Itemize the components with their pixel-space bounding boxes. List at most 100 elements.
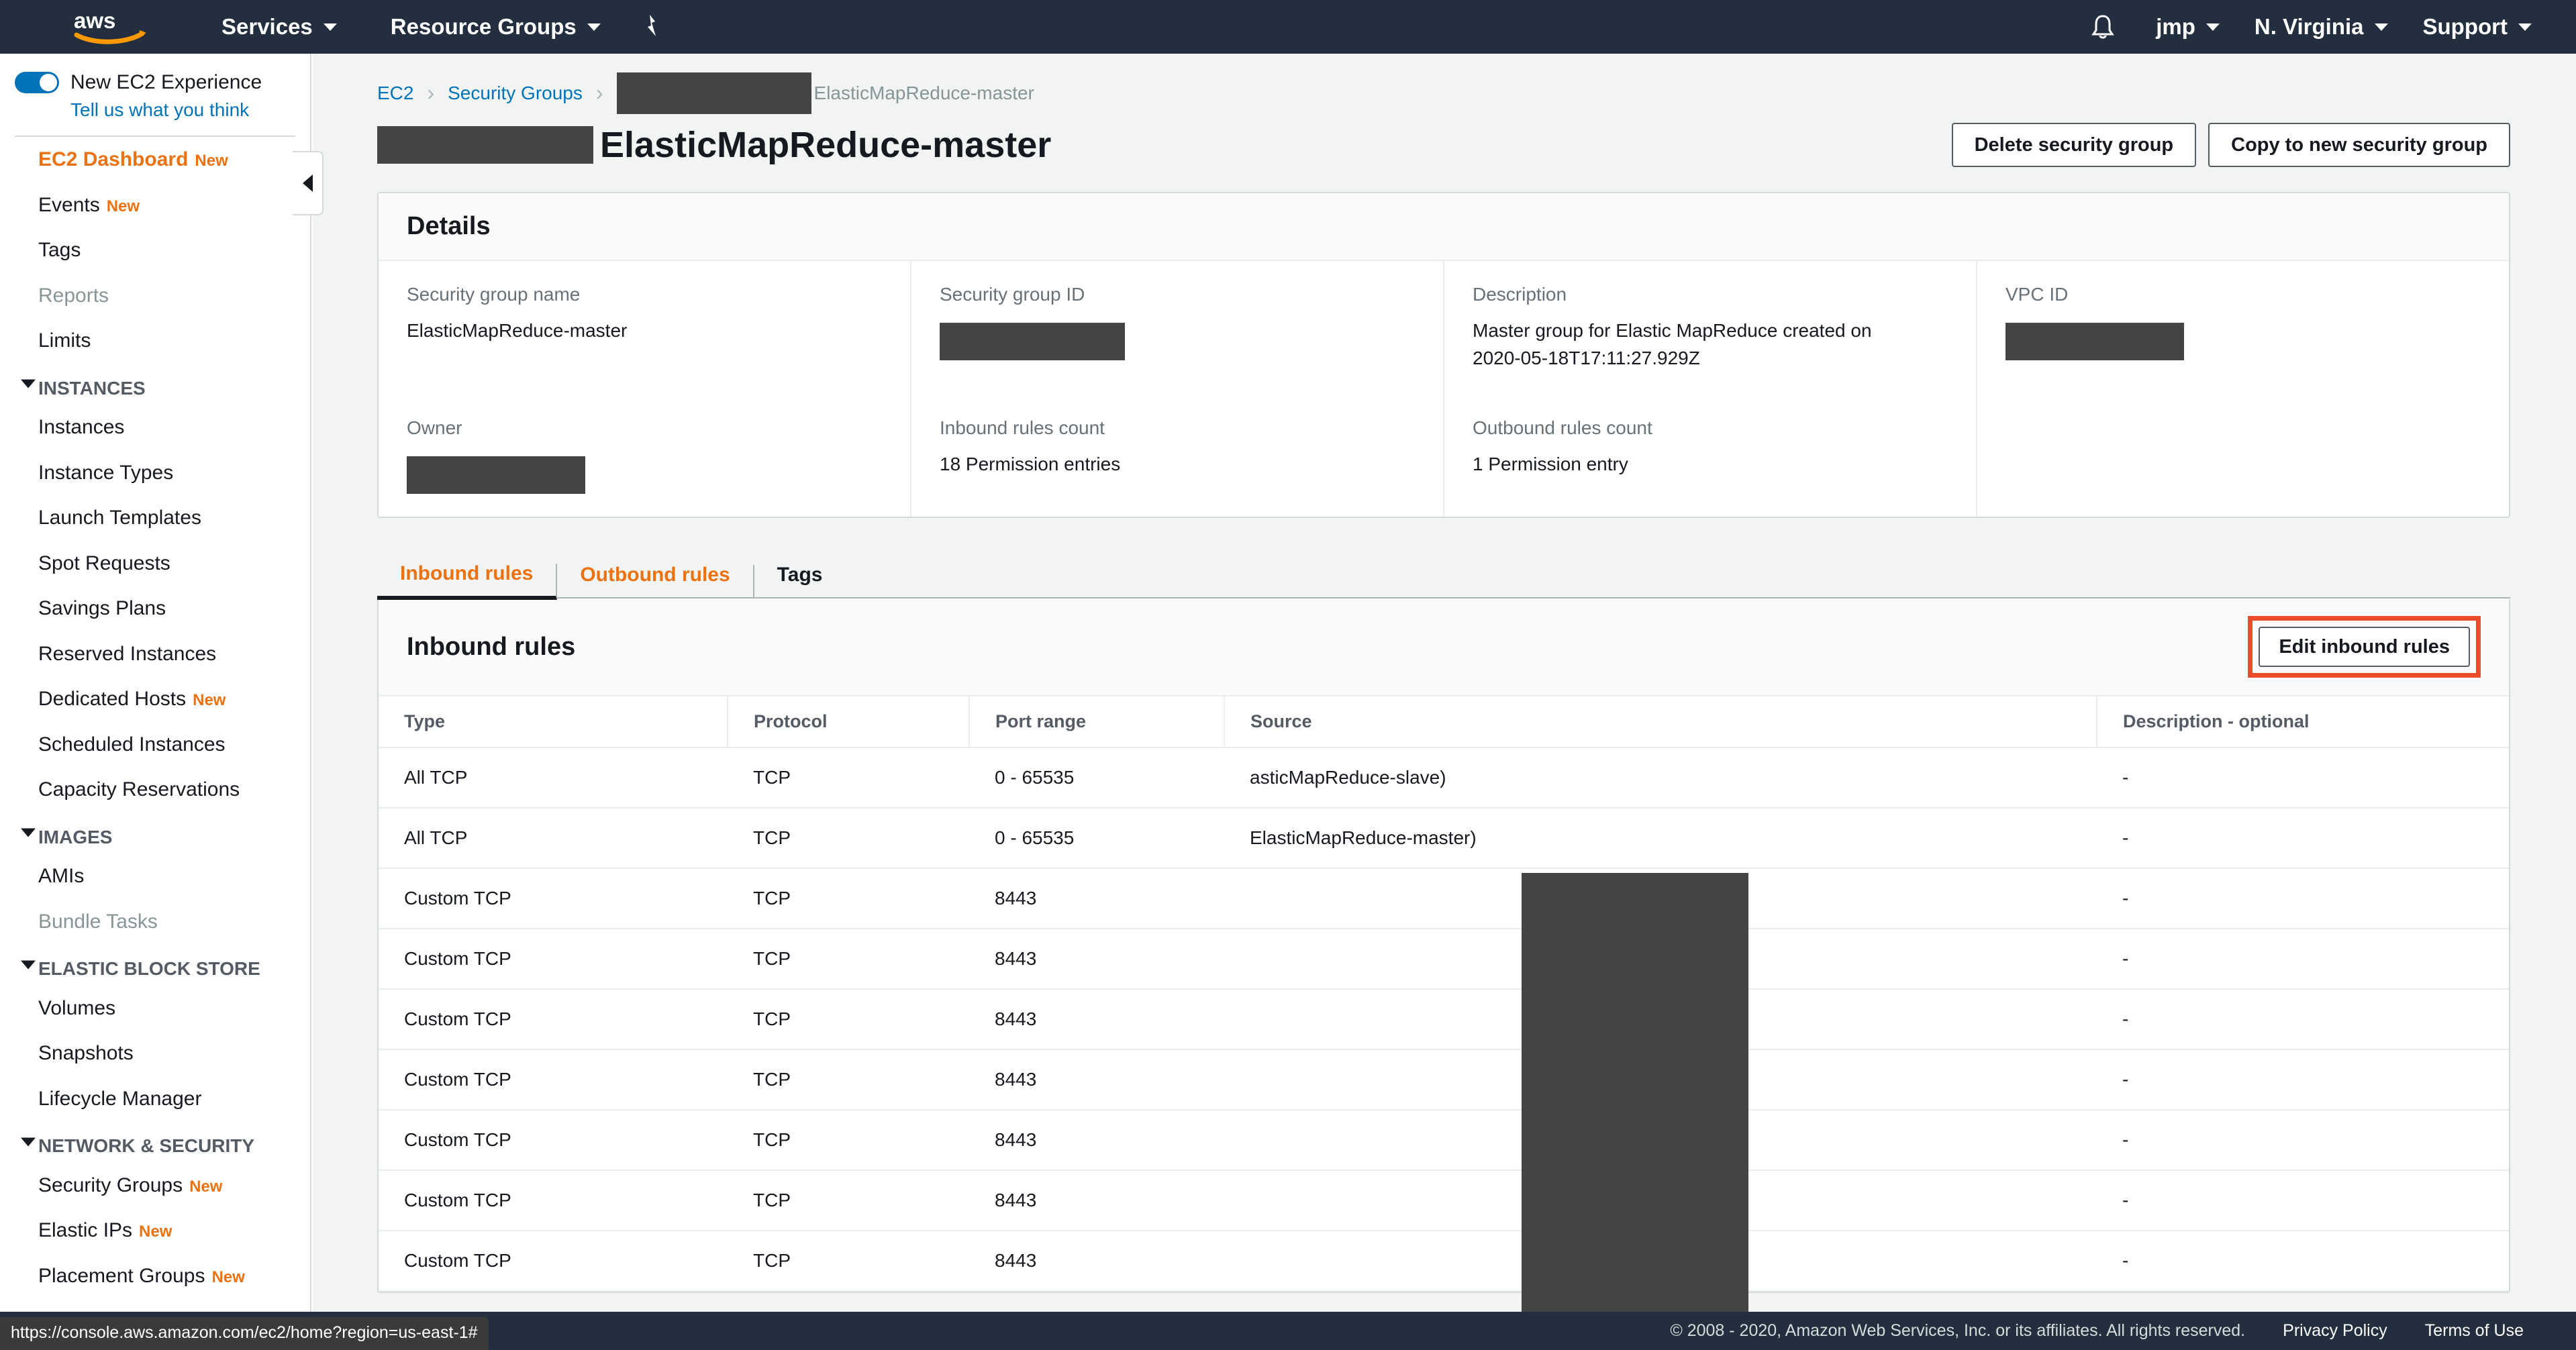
column-header-port-range: Port range	[969, 696, 1225, 749]
sidebar-collapse-button[interactable]	[293, 151, 324, 215]
nav-region-menu[interactable]: N. Virginia	[2237, 0, 2406, 54]
sidebar-group-network-security[interactable]: NETWORK & SECURITY	[0, 1121, 310, 1163]
sidebar-item-elastic-ips[interactable]: Elastic IPs New	[0, 1208, 310, 1253]
table-row[interactable]: Custom TCP TCP 8443 -	[379, 1170, 2509, 1232]
cell-port: 8443	[969, 1110, 1224, 1172]
sidebar-group-instances[interactable]: INSTANCES	[0, 364, 310, 405]
sidebar-item-key-pairs[interactable]: Key PairsNew	[0, 1298, 310, 1312]
inbound-rules-header: Inbound rules Edit inbound rules	[379, 599, 2509, 697]
tell-us-what-you-think-link[interactable]: Tell us what you think	[70, 99, 310, 121]
sidebar-item-scheduled-instances[interactable]: Scheduled Instances	[0, 722, 310, 768]
cell-type: Custom TCP	[379, 1049, 728, 1111]
cell-description: -	[2097, 929, 2509, 990]
sidebar-group-images[interactable]: IMAGES	[0, 813, 310, 854]
detail-security-group-name: Security group name ElasticMapReduce-mas…	[379, 261, 910, 395]
copy-to-new-security-group-button[interactable]: Copy to new security group	[2208, 123, 2510, 167]
sidebar-item-limits[interactable]: Limits	[0, 318, 310, 364]
sidebar-item-instances[interactable]: Instances	[0, 405, 310, 450]
sidebar-item-amis[interactable]: AMIs	[0, 853, 310, 899]
sidebar-item-label: Lifecycle Manager	[38, 1087, 202, 1110]
sidebar-item-ec2-dashboard[interactable]: EC2 Dashboard New	[0, 137, 310, 183]
table-row[interactable]: Custom TCP TCP 8443 -	[379, 989, 2509, 1051]
page-title: ElasticMapReduce-master	[377, 124, 1051, 166]
new-badge: New	[193, 691, 226, 710]
table-row[interactable]: Custom TCP TCP 8443 -	[379, 868, 2509, 930]
delete-security-group-button[interactable]: Delete security group	[1951, 123, 2197, 167]
sidebar-group-label: INSTANCES	[38, 377, 146, 399]
table-row[interactable]: Custom TCP TCP 8443 -	[379, 929, 2509, 990]
tab-outbound-rules[interactable]: Outbound rules	[557, 565, 754, 598]
sidebar-top-items: EC2 Dashboard New Events New Tags Reports Limi…	[0, 137, 310, 364]
terms-of-use-link[interactable]: Terms of Use	[2425, 1321, 2524, 1341]
sidebar-item-instance-types[interactable]: Instance Types	[0, 450, 310, 496]
triangle-down-icon	[21, 379, 36, 388]
sidebar-item-lifecycle-manager[interactable]: Lifecycle Manager	[0, 1076, 310, 1122]
sidebar-item-launch-templates[interactable]: Launch Templates	[0, 495, 310, 541]
sidebar-item-label: Security Groups	[38, 1174, 183, 1196]
inbound-rules-table: Type Protocol Port range Source Description …	[379, 696, 2509, 1292]
nav-support-menu[interactable]: Support	[2406, 0, 2549, 54]
tab-bar: Inbound rules Outbound rules Tags	[377, 550, 2510, 601]
notifications-bell-icon[interactable]	[2090, 13, 2116, 41]
sidebar-item-label: Snapshots	[38, 1042, 134, 1065]
edit-inbound-rules-button[interactable]: Edit inbound rules	[2259, 627, 2470, 668]
triangle-down-icon	[21, 960, 36, 970]
nav-resource-groups[interactable]: Resource Groups	[373, 0, 618, 54]
svg-text:aws: aws	[74, 9, 115, 33]
breadcrumb-item-ec2[interactable]: EC2	[377, 83, 413, 104]
detail-value: Master group for Elastic MapReduce creat…	[1473, 320, 1872, 368]
detail-description: Description Master group for Elastic Map…	[1443, 261, 1976, 395]
aws-logo[interactable]: aws	[72, 8, 153, 44]
main-content: EC2 › Security Groups › ElasticMapReduce…	[313, 54, 2576, 1312]
triangle-down-icon	[21, 828, 36, 837]
table-header: Type Protocol Port range Source Description …	[379, 696, 2509, 749]
sidebar-item-savings-plans[interactable]: Savings Plans	[0, 586, 310, 631]
breadcrumb: EC2 › Security Groups › ElasticMapReduce…	[313, 54, 2576, 114]
sidebar-item-capacity-reservations[interactable]: Capacity Reservations	[0, 767, 310, 813]
cell-protocol: TCP	[728, 989, 969, 1051]
top-navigation-bar: aws Services Resource Groups jmp N. Virg…	[0, 0, 2576, 54]
column-header-source: Source	[1224, 696, 2097, 749]
breadcrumb-item-security-groups[interactable]: Security Groups	[448, 83, 583, 104]
source-column-redaction	[1522, 873, 1748, 1312]
breadcrumb-separator-icon: ›	[427, 81, 435, 105]
security-group-id-redaction	[940, 323, 1125, 360]
sidebar-item-label: Reports	[38, 284, 109, 307]
sidebar-item-volumes[interactable]: Volumes	[0, 986, 310, 1031]
sidebar-group-elastic-block-store[interactable]: ELASTIC BLOCK STORE	[0, 944, 310, 986]
top-nav-right-cluster: jmp N. Virginia Support	[2090, 0, 2576, 54]
sidebar-item-dedicated-hosts[interactable]: Dedicated Hosts New	[0, 676, 310, 722]
sidebar-item-label: Tags	[38, 239, 81, 261]
table-row[interactable]: All TCP TCP 0 - 65535 asticMapReduce-slave)…	[379, 747, 2509, 809]
table-row[interactable]: Custom TCP TCP 8443 -	[379, 1049, 2509, 1111]
tab-inbound-rules[interactable]: Inbound rules	[377, 564, 558, 601]
table-row[interactable]: Custom TCP TCP 8443 -	[379, 1231, 2509, 1292]
nav-account-menu[interactable]: jmp	[2138, 0, 2237, 54]
cell-protocol: TCP	[728, 868, 969, 930]
new-experience-toggle[interactable]	[15, 72, 59, 93]
cell-type: Custom TCP	[379, 989, 728, 1051]
sidebar-item-placement-groups[interactable]: Placement Groups New	[0, 1253, 310, 1299]
sidebar-item-label: AMIs	[38, 865, 85, 888]
pin-shortcut-icon[interactable]	[638, 0, 661, 54]
privacy-policy-link[interactable]: Privacy Policy	[2283, 1321, 2387, 1341]
sidebar-item-security-groups[interactable]: Security Groups New	[0, 1163, 310, 1208]
nav-resource-groups-label: Resource Groups	[390, 14, 577, 39]
table-row[interactable]: All TCP TCP 0 - 65535 ElasticMapReduce-mast…	[379, 808, 2509, 870]
tab-tags[interactable]: Tags	[754, 565, 846, 597]
table-row[interactable]: Custom TCP TCP 8443 -	[379, 1110, 2509, 1172]
detail-value: ElasticMapReduce-master	[407, 320, 628, 341]
triangle-down-icon	[21, 1137, 36, 1147]
sidebar-item-spot-requests[interactable]: Spot Requests	[0, 541, 310, 586]
sidebar-item-tags[interactable]: Tags	[0, 227, 310, 273]
nav-services[interactable]: Services	[204, 0, 354, 54]
sidebar-item-events[interactable]: Events New	[0, 183, 310, 228]
sidebar-item-label: Events	[38, 193, 100, 216]
cell-protocol: TCP	[728, 808, 969, 870]
sidebar-item-reserved-instances[interactable]: Reserved Instances	[0, 631, 310, 677]
details-heading: Details	[379, 193, 2509, 261]
detail-value: 1 Permission entry	[1473, 454, 1628, 475]
breadcrumb-redaction	[616, 72, 811, 114]
sidebar-item-snapshots[interactable]: Snapshots	[0, 1031, 310, 1076]
sidebar-item-label: Limits	[38, 329, 91, 352]
